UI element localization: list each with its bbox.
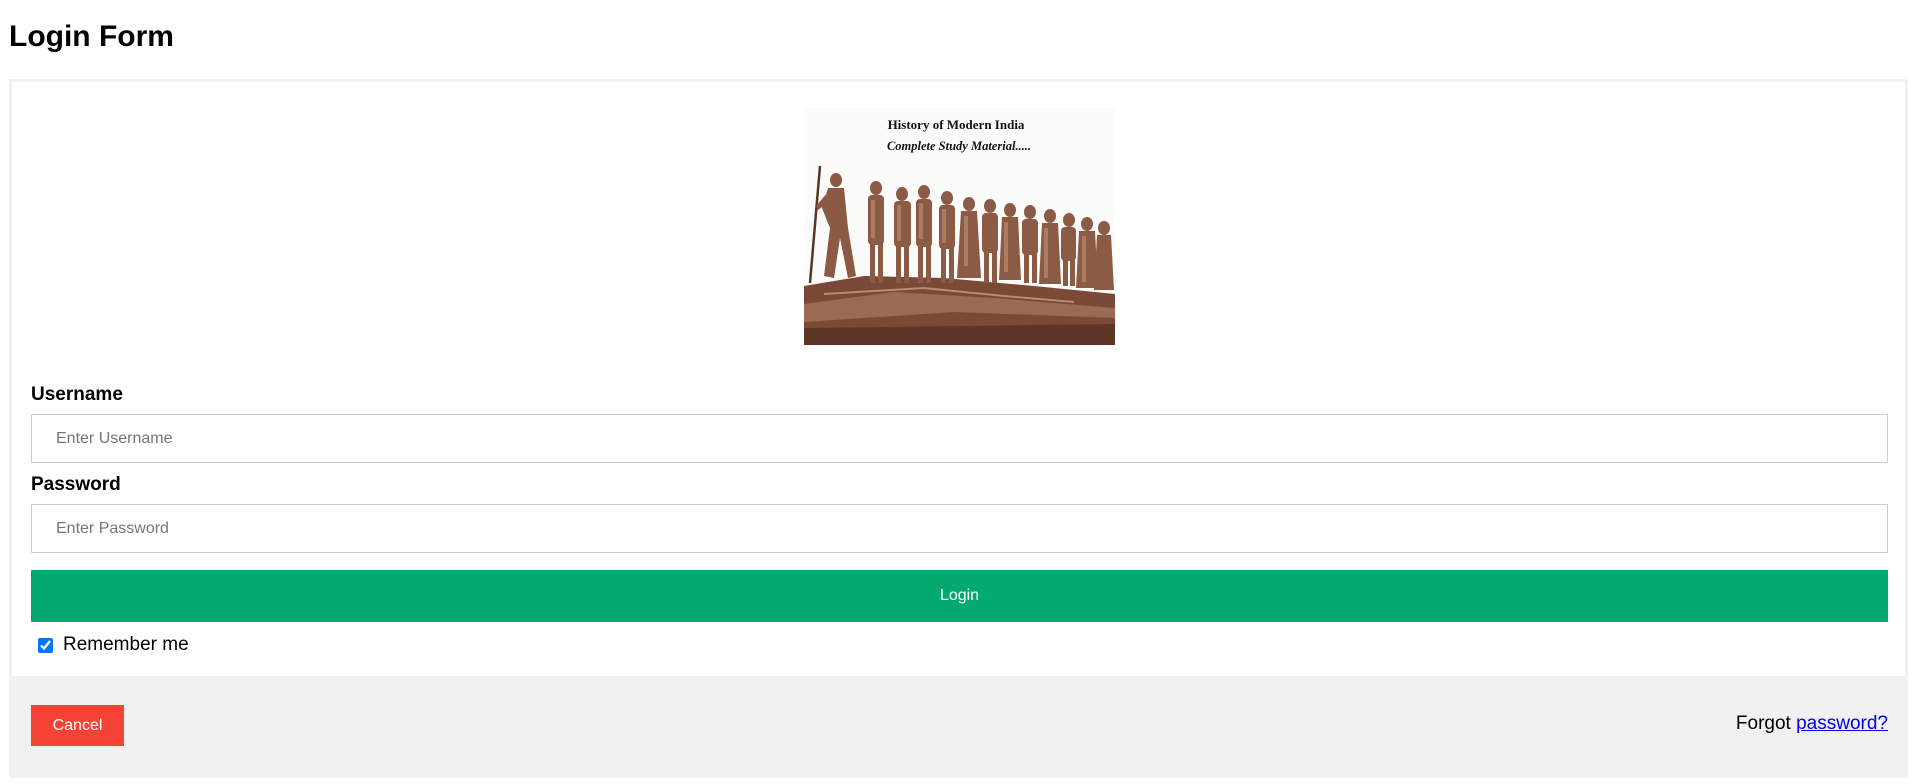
forgot-prefix: Forgot: [1735, 713, 1791, 734]
remember-me[interactable]: Remember me: [31, 632, 189, 658]
password-input[interactable]: [31, 504, 1888, 553]
statue-illustration: History of Modern India Complete Study M…: [804, 108, 1115, 345]
login-form: History of Modern India Complete Study M…: [9, 79, 1908, 778]
remember-me-checkbox[interactable]: [38, 637, 53, 653]
password-label: Password: [31, 474, 121, 495]
cancel-button[interactable]: Cancel: [31, 705, 124, 746]
banner-image: History of Modern India Complete Study M…: [804, 108, 1115, 345]
banner-line1: History of Modern India: [888, 117, 1025, 132]
username-input[interactable]: [31, 414, 1888, 463]
banner-line2: Complete Study Material.....: [887, 139, 1031, 153]
login-button[interactable]: Login: [31, 570, 1888, 622]
remember-me-label: Remember me: [63, 634, 189, 655]
form-footer: Cancel Forgot password?: [12, 676, 1905, 778]
forgot-password: Forgot password?: [1736, 712, 1888, 736]
username-label: Username: [31, 384, 123, 405]
page-title: Login Form: [9, 20, 174, 53]
forgot-password-link[interactable]: password?: [1796, 713, 1888, 734]
